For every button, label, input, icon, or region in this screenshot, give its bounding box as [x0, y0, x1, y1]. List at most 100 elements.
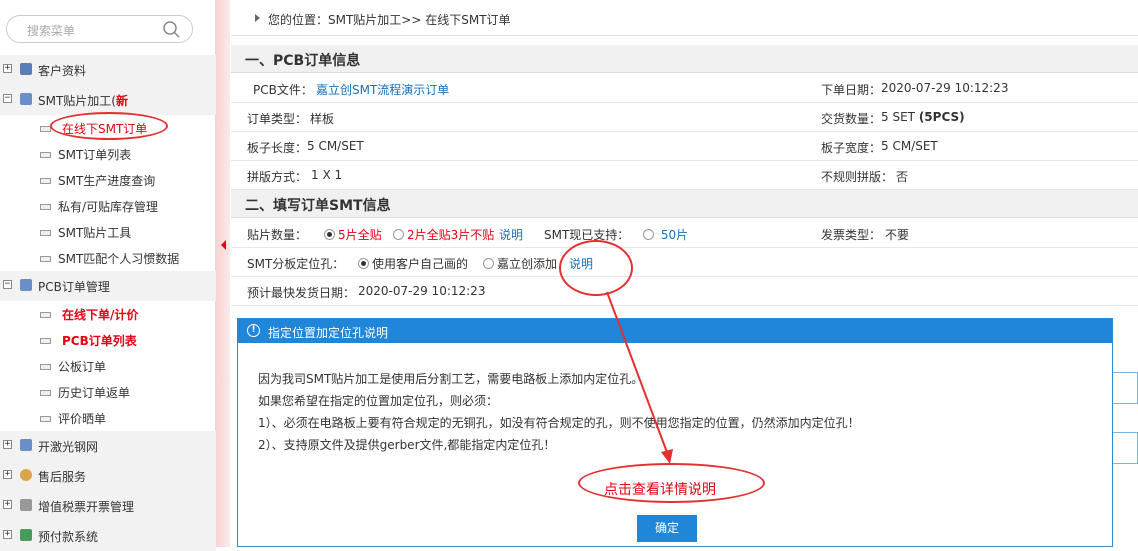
sidebar-item-smt-list[interactable]: SMT订单列表	[0, 140, 216, 166]
page-icon	[40, 364, 51, 370]
section-title: 二、填写订单SMT信息	[245, 198, 391, 214]
sidebar-group-pcb[interactable]: − PCB订单管理	[0, 271, 216, 301]
sidebar-group-label: 客户资料	[38, 64, 87, 78]
sidebar-group-invoice[interactable]: + 增值税票开票管理	[0, 491, 216, 521]
collapse-arrow-icon[interactable]	[221, 240, 226, 250]
collapse-icon[interactable]: −	[3, 280, 12, 289]
label: SMT分板定位孔：	[247, 257, 345, 271]
ok-button[interactable]: 确定	[637, 515, 697, 542]
sidebar-group-aftersale[interactable]: + 售后服务	[0, 461, 216, 491]
mount-opt-2-radio[interactable]: 2片全贴3片不贴	[393, 226, 494, 243]
sidebar-item-smt-progress[interactable]: SMT生产进度查询	[0, 166, 216, 192]
search-input[interactable]: 搜索菜单	[27, 22, 75, 39]
sidebar-item-pcb-list[interactable]: PCB订单列表	[0, 326, 216, 352]
sidebar-item-label: SMT贴片工具	[58, 226, 132, 240]
sidebar-splitter[interactable]	[216, 0, 230, 547]
label: 发票类型：	[821, 228, 882, 242]
panel-value: 1 X 1	[311, 168, 343, 182]
locate-hole-dialog: ! 指定位置加定位孔说明 因为我司SMT贴片加工是使用后分割工艺，需要电路板上添…	[237, 318, 1113, 547]
sidebar-item-smt-tools[interactable]: SMT贴片工具	[0, 218, 216, 244]
irregular-value: 否	[896, 170, 909, 184]
locate-opt-jlc-radio[interactable]: 嘉立创添加	[483, 255, 557, 272]
section-smt-info-header: 二、填写订单SMT信息	[231, 190, 1138, 218]
breadcrumb-text: 您的位置：SMT贴片加工>> 在线下SMT订单	[268, 13, 511, 27]
page-icon	[40, 152, 51, 158]
page-icon	[40, 178, 51, 184]
label: 板子宽度：	[821, 141, 882, 155]
dialog-title: 指定位置加定位孔说明	[268, 326, 389, 340]
label: 板子长度：	[247, 141, 308, 155]
sidebar-group-label: 增值税票开票管理	[38, 500, 135, 514]
sidebar-group-label: SMT贴片加工(新	[38, 94, 128, 108]
explain-link[interactable]: 说明	[499, 226, 523, 243]
width-value: 5 CM/SET	[881, 139, 938, 153]
calendar-icon	[20, 439, 32, 451]
sidebar-group-customer[interactable]: + 客户资料	[0, 55, 216, 85]
person-icon	[20, 469, 32, 481]
qty-value: 5 SET (5PCS)	[881, 110, 965, 124]
page-icon	[40, 256, 51, 262]
row-order-type: 订单类型： 样板 交货数量： 5 SET (5PCS)	[231, 103, 1138, 132]
sidebar-item-online-order[interactable]: 在线下单/计价	[0, 300, 216, 326]
sidebar-item-review[interactable]: 评价晒单	[0, 404, 216, 430]
expand-icon[interactable]: +	[3, 470, 12, 479]
row-panel: 拼版方式： 1 X 1 不规则拼版： 否	[231, 161, 1138, 190]
sidebar-item-inventory[interactable]: 私有/可贴库存管理	[0, 192, 216, 218]
sidebar-group-label: 预付款系统	[38, 530, 99, 544]
pcb-file-link[interactable]: 嘉立创SMT流程演示订单	[316, 81, 449, 98]
locate-opt-customer-radio[interactable]: 使用客户自己画的	[358, 255, 468, 272]
annotation-ellipse	[50, 112, 168, 140]
order-type-value: 样板	[310, 112, 335, 126]
order-date-value: 2020-07-29 10:12:23	[881, 81, 1009, 95]
page-icon	[40, 312, 51, 318]
search-box[interactable]: 搜索菜单	[6, 15, 193, 43]
expand-icon[interactable]: +	[3, 440, 12, 449]
collapse-icon[interactable]: −	[3, 94, 12, 103]
annotation-text: 点击查看详情说明	[604, 482, 716, 498]
expand-icon[interactable]: +	[3, 530, 12, 539]
section-pcb-info-header: 一、PCB订单信息	[231, 45, 1138, 73]
sidebar-group-smt[interactable]: − SMT贴片加工(新	[0, 85, 216, 115]
sidebar-item-label: 私有/可贴库存管理	[58, 200, 159, 214]
sidebar-item-label: 在线下单/计价	[62, 308, 139, 322]
label: 贴片数量：	[247, 228, 308, 242]
expand-icon[interactable]: +	[3, 64, 12, 73]
sidebar-item-public-board[interactable]: 公板订单	[0, 352, 216, 378]
dialog-text: 如果您希望在指定的位置加定位孔，则必须：	[258, 394, 499, 408]
annotation-ellipse	[559, 240, 633, 296]
sidebar-item-reorder[interactable]: 历史订单返单	[0, 378, 216, 404]
invoice-value: 不要	[885, 228, 910, 242]
radio-checked-icon[interactable]	[358, 258, 369, 269]
calendar-icon	[20, 93, 32, 105]
sidebar-item-label: 评价晒单	[58, 412, 107, 426]
expand-icon[interactable]: +	[3, 500, 12, 509]
sidebar-item-label: 公板订单	[58, 360, 107, 374]
row-length: 板子长度： 5 CM/SET 板子宽度： 5 CM/SET	[231, 132, 1138, 161]
sidebar-item-habit-data[interactable]: SMT匹配个人习惯数据	[0, 244, 216, 270]
smt-support-radio[interactable]: 50片	[643, 226, 688, 243]
mount-opt-5-radio[interactable]: 5片全贴	[324, 226, 382, 243]
label: 订单类型：	[247, 112, 308, 126]
row-mount-qty: 贴片数量： 5片全贴 2片全贴3片不贴 说明 SMT现已支持： 50片 发票类型…	[231, 219, 1138, 248]
radio-icon[interactable]	[393, 229, 404, 240]
sidebar-group-label: PCB订单管理	[38, 280, 110, 294]
triangle-icon	[255, 14, 260, 22]
ship-date-value: 2020-07-29 10:12:23	[358, 284, 486, 298]
search-icon[interactable]	[162, 20, 182, 40]
dialog-text: 2）、支持原文件及提供gerber文件,都能指定内定位孔！	[258, 438, 556, 452]
sidebar-item-label: SMT匹配个人习惯数据	[58, 252, 180, 266]
calendar-icon	[20, 279, 32, 291]
page-icon	[40, 230, 51, 236]
wallet-icon	[20, 529, 32, 541]
sidebar: 搜索菜单 + 客户资料 − SMT贴片加工(新 在线下SMT订单 SMT订单列表…	[0, 0, 216, 551]
sidebar-group-stencil[interactable]: + 开激光钢网	[0, 431, 216, 461]
radio-checked-icon[interactable]	[324, 229, 335, 240]
radio-icon[interactable]	[483, 258, 494, 269]
new-badge: 新	[115, 94, 128, 108]
label: 下单日期：	[821, 83, 882, 97]
sidebar-group-label: 售后服务	[38, 470, 87, 484]
length-value: 5 CM/SET	[307, 139, 364, 153]
label: 拼版方式：	[247, 170, 308, 184]
label: 不规则拼版：	[821, 170, 894, 184]
radio-icon[interactable]	[643, 229, 654, 240]
